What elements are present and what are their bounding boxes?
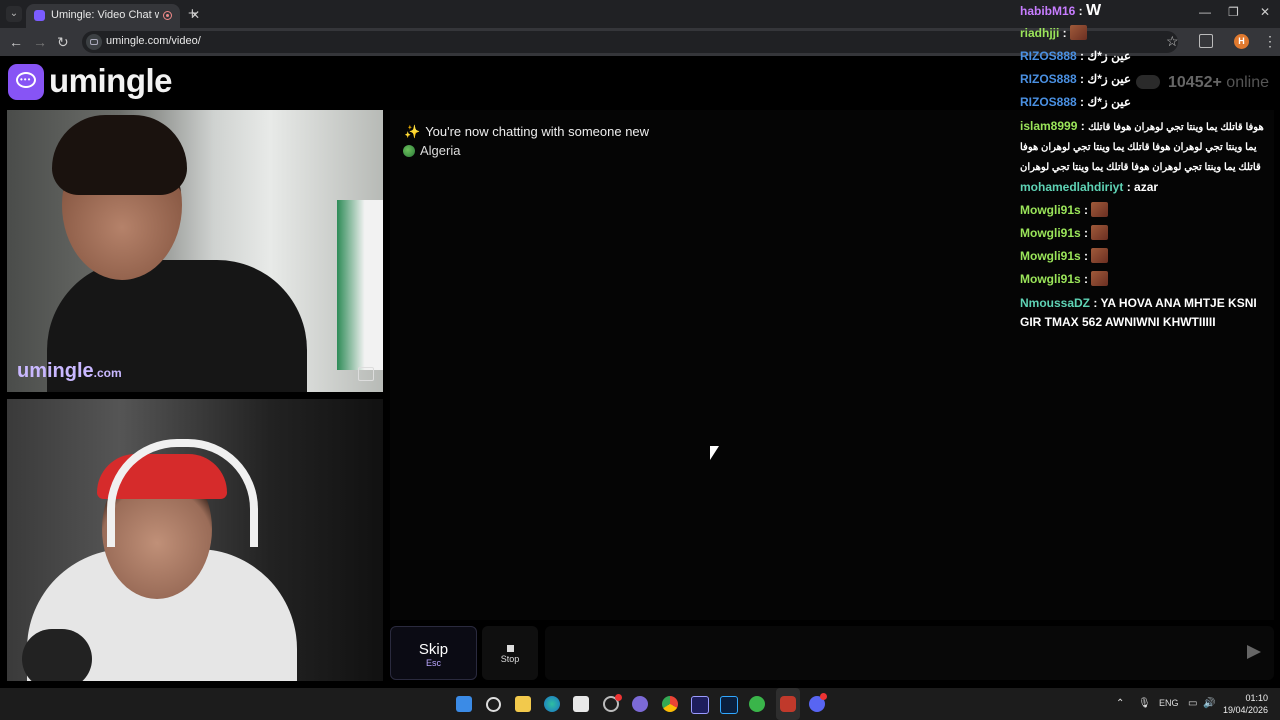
notification-badge <box>615 694 622 701</box>
premiere-icon[interactable] <box>691 696 709 714</box>
system-clock[interactable]: 01:10 19/04/2026 <box>1222 692 1268 716</box>
overlay-message: islam8999 : هوفا قاتلك يما وينتا تجي لوه… <box>1020 119 1264 173</box>
skip-button[interactable]: Skip Esc <box>390 626 477 680</box>
umingle-logo-icon[interactable]: ••• <box>8 64 44 100</box>
chat-username: Mowgli91s <box>1020 249 1081 263</box>
notification-badge <box>820 693 827 700</box>
stop-icon <box>506 645 514 652</box>
browser-tab[interactable]: Umingle: Video Chat with S ✕ <box>26 4 200 28</box>
flag-decoration-shape <box>337 200 383 370</box>
windows-taskbar: ⌃ 🎙 ENG ▭ 🔊 01:10 19/04/2026 <box>0 688 1280 720</box>
chat-username: mohamedlahdiriyt <box>1020 180 1124 194</box>
emote-icon <box>1091 248 1109 263</box>
clock-date: 19/04/2026 <box>1222 705 1268 715</box>
emote-icon <box>1091 271 1109 286</box>
media-player-icon[interactable] <box>780 696 796 712</box>
partner-country: Algeria <box>403 143 460 158</box>
search-icon[interactable] <box>486 697 501 712</box>
chrome-icon[interactable] <box>662 696 678 712</box>
chat-text: W <box>1086 2 1102 19</box>
reload-button[interactable]: ↻ <box>57 34 69 51</box>
tray-chevron-icon[interactable]: ⌃ <box>1116 698 1124 709</box>
overlay-message: Mowgli91s : <box>1020 270 1274 289</box>
sparkle-icon: ✨ <box>404 124 421 139</box>
emote-icon <box>1091 225 1109 240</box>
chat-username: habibM16 <box>1020 4 1076 18</box>
chat-text: azar <box>1134 180 1159 194</box>
chat-username: Mowgli91s <box>1020 272 1081 286</box>
stop-button[interactable]: Stop <box>482 626 538 680</box>
microphone-shape <box>22 629 92 681</box>
edge-icon[interactable] <box>544 696 560 712</box>
language-indicator[interactable]: ENG <box>1159 698 1179 708</box>
overlay-message: Mowgli91s : <box>1020 247 1274 266</box>
chat-username: Mowgli91s <box>1020 226 1081 240</box>
chat-text: عين ز*ك <box>1087 49 1131 63</box>
overlay-message: RIZOS888 : عين ز*ك <box>1020 49 1131 63</box>
file-explorer-icon[interactable] <box>515 696 531 712</box>
network-icon[interactable]: ▭ <box>1188 698 1197 709</box>
overlay-message: NmoussaDZ : YA HOVA ANA MHTJE KSNI GIR T… <box>1020 296 1257 329</box>
site-info-icon[interactable] <box>86 34 102 50</box>
tab-title: Umingle: Video Chat with S <box>51 9 159 21</box>
chat-username: RIZOS888 <box>1020 95 1077 109</box>
stop-label: Stop <box>500 654 520 664</box>
send-icon[interactable] <box>1247 645 1261 659</box>
recording-icon <box>163 11 172 20</box>
utorrent-icon[interactable] <box>749 696 765 712</box>
url-text[interactable]: umingle.com/video/ <box>106 35 201 47</box>
microphone-icon[interactable]: 🎙 <box>1138 698 1151 709</box>
photoshop-icon[interactable] <box>720 696 738 714</box>
stranger-video: umingle.com <box>7 110 383 392</box>
overlay-message: RIZOS888 : عين ز*ك <box>1020 72 1131 86</box>
back-button[interactable]: ← <box>9 34 23 50</box>
chat-username: RIZOS888 <box>1020 49 1077 63</box>
overlay-message: mohamedlahdiriyt : azar <box>1020 180 1159 194</box>
overlay-message: RIZOS888 : عين ز*ك <box>1020 95 1131 109</box>
chat-text: عين ز*ك <box>1087 72 1131 86</box>
stranger-hair-shape <box>52 115 187 195</box>
report-flag-icon[interactable] <box>358 367 374 381</box>
emote-icon <box>1091 202 1109 217</box>
forward-button[interactable]: → <box>33 34 47 50</box>
self-video <box>7 399 383 681</box>
chat-username: riadhjji <box>1020 26 1060 40</box>
new-tab-button[interactable]: + <box>188 5 197 22</box>
store-icon[interactable] <box>573 696 589 712</box>
chat-text: عين ز*ك <box>1087 95 1131 109</box>
mouse-cursor <box>710 446 719 460</box>
chat-username: islam8999 <box>1020 119 1078 133</box>
clock-time: 01:10 <box>1245 693 1268 703</box>
skip-label: Skip <box>418 641 449 658</box>
umingle-favicon <box>34 10 45 21</box>
globe-icon <box>403 145 415 157</box>
chat-username: NmoussaDZ <box>1020 296 1091 310</box>
site-logo-text[interactable]: umingle <box>49 62 173 100</box>
dots-glyph: ••• <box>20 75 32 84</box>
skip-shortcut: Esc <box>425 658 441 668</box>
watermark-text: umingle <box>17 360 94 382</box>
chat-username: RIZOS888 <box>1020 72 1077 86</box>
system-message: ✨ You're now chatting with someone new <box>404 124 649 140</box>
windows-start-icon[interactable] <box>456 696 472 712</box>
overlay-message: Mowgli91s : <box>1020 201 1274 220</box>
overlay-message: riadhjji : <box>1020 24 1274 43</box>
tab-search-chevron-icon[interactable]: ⌄ <box>6 6 22 22</box>
watermark-suffix: .com <box>93 366 122 380</box>
overlay-message: Mowgli91s : <box>1020 224 1274 243</box>
message-input[interactable] <box>545 626 1274 680</box>
address-bar[interactable]: umingle.com/video/ <box>82 31 1178 53</box>
overlay-message: habibM16 : W <box>1020 2 1102 19</box>
volume-icon[interactable]: 🔊 <box>1203 698 1215 709</box>
emote-icon <box>1070 25 1088 40</box>
system-message-text: You're now chatting with someone new <box>425 124 650 139</box>
umingle-watermark: umingle.com <box>17 360 122 383</box>
country-text: Algeria <box>420 143 461 158</box>
chat-username: Mowgli91s <box>1020 203 1081 217</box>
chat-app-icon[interactable] <box>632 696 648 712</box>
